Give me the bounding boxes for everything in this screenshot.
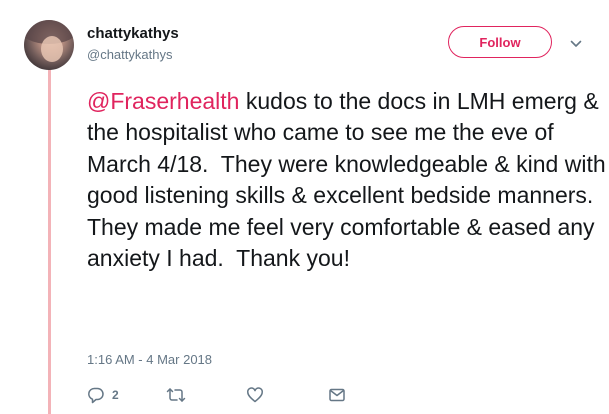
like-button[interactable] (246, 385, 264, 405)
avatar-face (41, 36, 63, 62)
retweet-button[interactable] (166, 385, 186, 405)
mention-link[interactable]: @Fraserhealth (87, 88, 239, 114)
envelope-icon (328, 386, 346, 404)
reply-count: 2 (112, 388, 119, 402)
direct-message-button[interactable] (328, 385, 346, 405)
reply-button[interactable]: 2 (87, 385, 119, 405)
thread-line (48, 62, 51, 414)
tweet-timestamp[interactable]: 1:16 AM - 4 Mar 2018 (87, 352, 212, 367)
user-handle[interactable]: @chattykathys (87, 47, 172, 62)
retweet-icon (166, 386, 186, 404)
follow-button[interactable]: Follow (448, 26, 552, 58)
reply-icon (87, 386, 105, 404)
display-name[interactable]: chattykathys (87, 25, 179, 42)
heart-icon (246, 386, 264, 404)
chevron-down-icon[interactable] (570, 36, 582, 47)
tweet-body: kudos to the docs in LMH emerg & the hos… (87, 88, 606, 272)
tweet-text: @Fraserhealth kudos to the docs in LMH e… (87, 86, 607, 274)
avatar[interactable] (24, 20, 74, 70)
